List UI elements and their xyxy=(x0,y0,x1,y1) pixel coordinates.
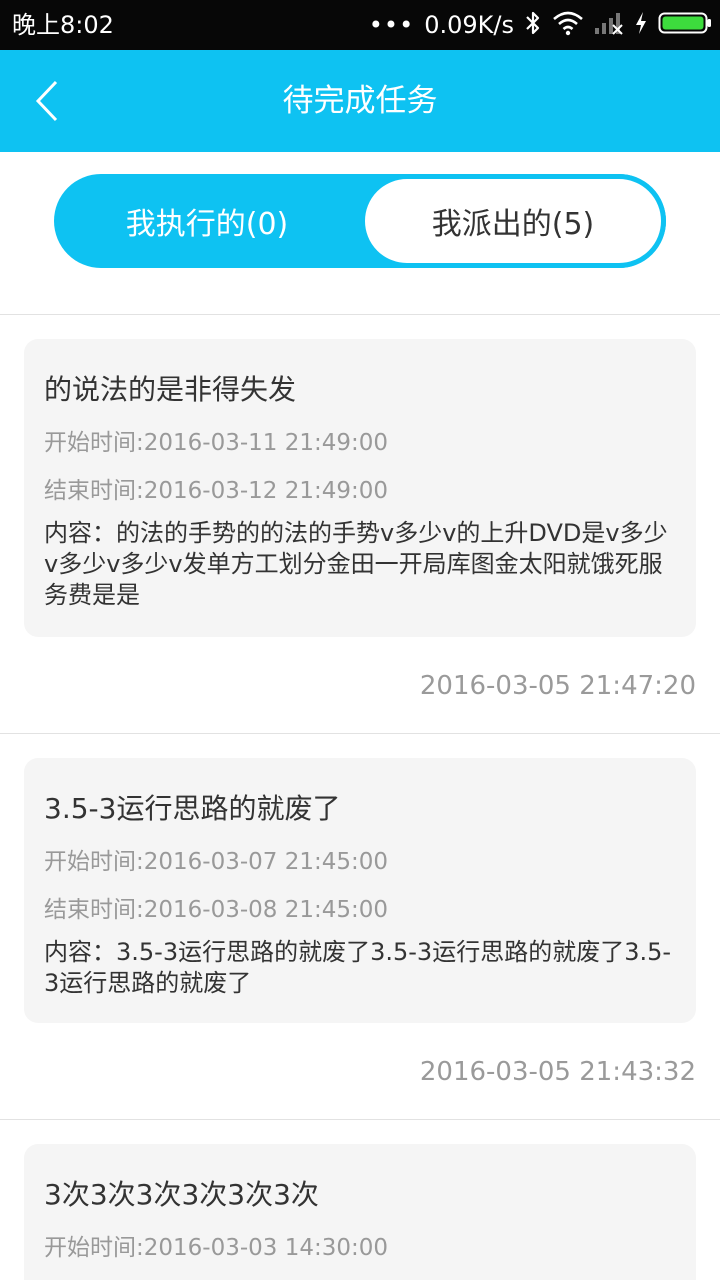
task-start-time: 开始时间:2016-03-11 21:49:00 xyxy=(44,430,389,456)
task-title: 的说法的是非得失发 xyxy=(44,373,297,406)
network-speed: 0.09K/s xyxy=(424,11,514,39)
task-title: 3次3次3次3次3次3次 xyxy=(44,1178,319,1211)
divider xyxy=(0,1119,720,1120)
task-card[interactable]: 3次3次3次3次3次3次 开始时间:2016-03-03 14:30:00 xyxy=(24,1144,696,1280)
bluetooth-icon xyxy=(524,10,542,40)
divider xyxy=(0,314,720,315)
task-posted-time: 2016-03-05 21:47:20 xyxy=(419,671,696,701)
task-title: 3.5-3运行思路的就废了 xyxy=(44,792,341,825)
status-bar: 晚上8:02 ••• 0.09K/s xyxy=(0,0,720,50)
tab-dispatched-by-me[interactable]: 我派出的(5) xyxy=(360,174,666,268)
task-content: 内容：3.5-3运行思路的就废了3.5-3运行思路的就废了3.5-3运行思路的就… xyxy=(44,938,672,997)
task-end-time: 结束时间:2016-03-08 21:45:00 xyxy=(44,897,389,923)
wifi-icon xyxy=(552,10,584,40)
tab-executed-by-me[interactable]: 我执行的(0) xyxy=(54,174,360,268)
page-title: 待完成任务 xyxy=(282,83,438,119)
battery-icon xyxy=(658,10,712,40)
task-content: 内容：的法的手势的的法的手势v多少v的上升DVD是v多少v多少v多少v发单方工划… xyxy=(44,519,668,609)
task-start-time: 开始时间:2016-03-03 14:30:00 xyxy=(44,1235,389,1261)
divider xyxy=(0,733,720,734)
status-icons: ••• 0.09K/s xyxy=(369,10,712,40)
status-time: 晚上8:02 xyxy=(12,11,114,39)
more-dots-icon: ••• xyxy=(368,11,415,39)
charging-icon xyxy=(634,10,648,40)
title-bar: 待完成任务 xyxy=(0,50,720,152)
task-start-time: 开始时间:2016-03-07 21:45:00 xyxy=(44,849,389,875)
task-posted-time: 2016-03-05 21:43:32 xyxy=(419,1057,696,1087)
task-card[interactable]: 3.5-3运行思路的就废了 开始时间:2016-03-07 21:45:00 结… xyxy=(24,758,696,1023)
task-end-time: 结束时间:2016-03-12 21:49:00 xyxy=(44,478,389,504)
task-card[interactable]: 的说法的是非得失发 开始时间:2016-03-11 21:49:00 结束时间:… xyxy=(24,339,696,637)
signal-icon xyxy=(594,10,624,40)
task-tabs: 我执行的(0) 我派出的(5) xyxy=(54,174,666,268)
